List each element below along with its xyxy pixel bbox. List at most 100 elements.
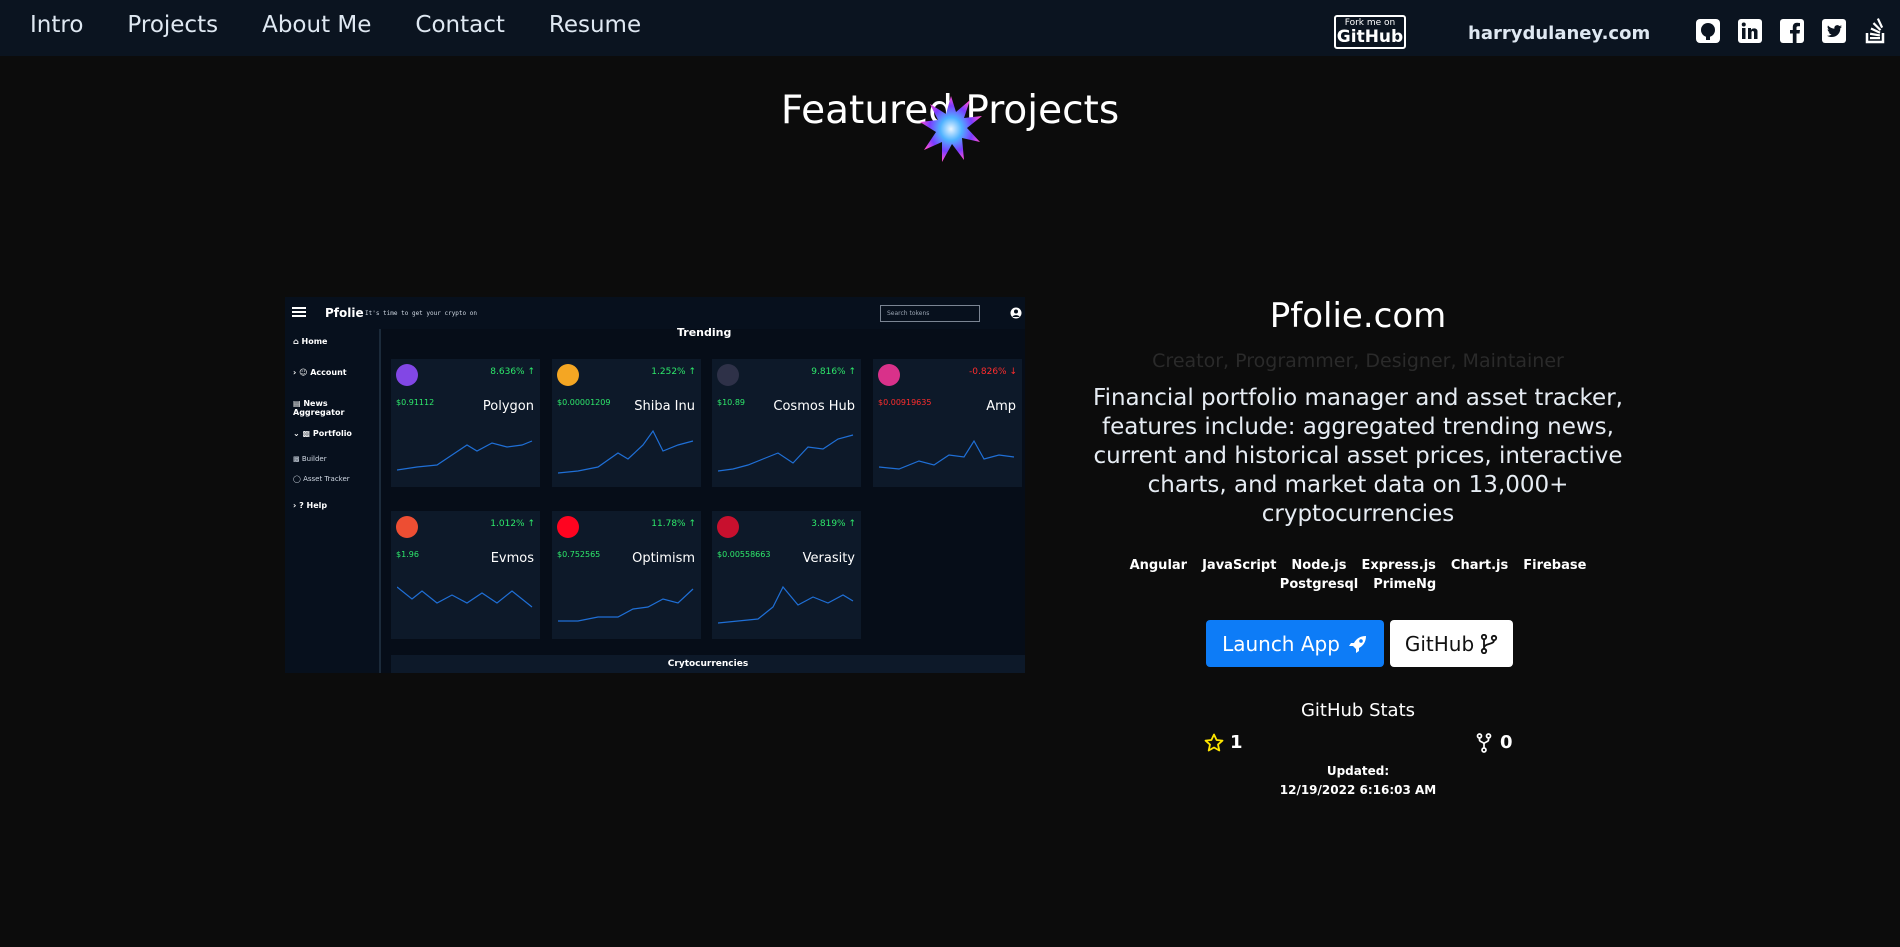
trending-card-optimism: 11.78% ↑ $0.752565 Optimism: [552, 511, 701, 639]
coin-price: $0.00558663: [717, 550, 771, 559]
updated-timestamp: 12/19/2022 6:16:03 AM: [1279, 783, 1437, 797]
trending-card-amp: -0.826% ↓ $0.00919635 Amp: [873, 359, 1022, 487]
nav-intro[interactable]: Intro: [30, 12, 83, 38]
coin-name: Cosmos Hub: [773, 399, 855, 414]
coin-sparkline: [718, 585, 854, 624]
coin-sparkline: [558, 429, 694, 474]
coin-logo-icon: [717, 516, 739, 538]
paint-splash-decoration: [920, 96, 982, 162]
facebook-icon[interactable]: [1779, 18, 1805, 44]
preview-nav-portfolio: ⌄ ▩ Portfolio: [293, 429, 352, 438]
coin-name: Verasity: [802, 551, 855, 566]
menu-icon: [292, 307, 306, 317]
nav-contact[interactable]: Contact: [415, 12, 504, 38]
stats-updated: Updated: 12/19/2022 6:16:03 AM: [1088, 762, 1628, 800]
project-roles: Creator, Programmer, Designer, Maintaine…: [1152, 350, 1564, 372]
coin-name: Evmos: [490, 551, 534, 566]
linkedin-icon[interactable]: [1737, 18, 1763, 44]
preview-topbar: Pfolie It's time to get your crypto on S…: [285, 297, 1025, 329]
tech-tags: Angular JavaScript Node.js Express.js Ch…: [1088, 558, 1628, 592]
coin-name: Optimism: [632, 551, 695, 566]
coin-sparkline: [558, 588, 694, 622]
github-stats-title: GitHub Stats: [1300, 700, 1416, 721]
social-links: [1695, 18, 1889, 44]
project-screenshot[interactable]: Pfolie It's time to get your crypto on S…: [285, 297, 1025, 673]
preview-tagline: It's time to get your crypto on: [365, 310, 477, 317]
launch-app-label: Launch App: [1222, 631, 1340, 656]
coin-logo-icon: [557, 516, 579, 538]
coin-logo-icon: [557, 364, 579, 386]
twitter-icon[interactable]: [1821, 18, 1847, 44]
tag-expressjs: Express.js: [1361, 558, 1436, 573]
coin-change: 9.816% ↑: [811, 367, 856, 377]
tag-postgresql: Postgresql: [1279, 577, 1359, 592]
trending-card-shiba-inu: 1.252% ↑ $0.00001209 Shiba Inu: [552, 359, 701, 487]
branch-icon: [1481, 633, 1498, 654]
star-icon: [1204, 733, 1224, 751]
preview-trending-heading: Trending: [677, 326, 732, 339]
tag-angular: Angular: [1129, 558, 1188, 573]
nav-links: Intro Projects About Me Contact Resume: [30, 12, 641, 38]
rocket-icon: [1348, 635, 1366, 653]
preview-nav-asset-tracker: ◯ Asset Tracker: [293, 475, 350, 483]
preview-sidebar: ⌂ Home › ☺ Account ▤ News Aggregator ⌄ ▩…: [285, 329, 381, 673]
user-icon: [1010, 307, 1022, 319]
preview-crypto-heading: Crytocurrencies: [667, 659, 749, 669]
coin-price: $0.00919635: [878, 398, 932, 407]
preview-crypto-section: Crytocurrencies: [391, 655, 1025, 673]
fork-count: 0: [1476, 732, 1513, 753]
tag-firebase: Firebase: [1523, 558, 1587, 573]
coin-price: $0.91112: [396, 398, 435, 407]
coin-change: -0.826% ↓: [969, 367, 1017, 377]
preview-nav-help: › ? Help: [293, 501, 328, 510]
star-count-value: 1: [1230, 732, 1243, 753]
coin-logo-icon: [717, 364, 739, 386]
github-button[interactable]: GitHub: [1390, 620, 1513, 667]
domain-link[interactable]: harrydulaney.com: [1468, 23, 1650, 44]
trending-card-verasity: 3.819% ↑ $0.00558663 Verasity: [712, 511, 861, 639]
coin-sparkline: [397, 440, 533, 471]
nav-about-me[interactable]: About Me: [262, 12, 371, 38]
coin-logo-icon: [396, 364, 418, 386]
coin-change: 8.636% ↑: [490, 367, 535, 377]
coin-change: 1.012% ↑: [490, 519, 535, 529]
coin-change: 3.819% ↑: [811, 519, 856, 529]
coin-price: $10.89: [717, 398, 745, 407]
launch-app-button[interactable]: Launch App: [1206, 620, 1384, 667]
updated-label: Updated:: [1326, 764, 1390, 778]
tag-javascript: JavaScript: [1202, 558, 1277, 573]
preview-nav-news: ▤ News Aggregator: [293, 399, 345, 417]
coin-sparkline: [718, 434, 854, 472]
coin-price: $0.00001209: [557, 398, 611, 407]
preview-nav-home: ⌂ Home: [293, 337, 328, 346]
trending-card-cosmos-hub: 9.816% ↑ $10.89 Cosmos Hub: [712, 359, 861, 487]
coin-logo-icon: [396, 516, 418, 538]
nav-resume[interactable]: Resume: [549, 12, 641, 38]
coin-logo-icon: [878, 364, 900, 386]
fork-badge-big-text: GitHub: [1336, 27, 1404, 47]
coin-price: $0.752565: [557, 550, 601, 559]
tag-nodejs: Node.js: [1291, 558, 1347, 573]
trending-card-evmos: 1.012% ↑ $1.96 Evmos: [391, 511, 540, 639]
project-title: Pfolie.com: [1269, 296, 1447, 336]
coin-sparkline: [879, 439, 1015, 470]
stackoverflow-icon[interactable]: [1863, 18, 1889, 44]
top-navbar: Intro Projects About Me Contact Resume F…: [0, 0, 1900, 56]
preview-nav-builder: ▩ Builder: [293, 455, 327, 463]
tag-chartjs: Chart.js: [1450, 558, 1509, 573]
nav-projects[interactable]: Projects: [127, 12, 218, 38]
star-count: 1: [1204, 732, 1243, 753]
fork-me-github-badge[interactable]: Fork me on GitHub: [1334, 15, 1406, 49]
preview-brand: Pfolie: [325, 306, 364, 320]
coin-price: $1.96: [396, 550, 419, 559]
coin-change: 11.78% ↑: [651, 519, 696, 529]
coin-change: 1.252% ↑: [651, 367, 696, 377]
fork-count-value: 0: [1500, 732, 1513, 753]
coin-name: Polygon: [482, 399, 534, 414]
github-icon[interactable]: [1695, 18, 1721, 44]
coin-name: Shiba Inu: [634, 399, 695, 414]
tag-primeng: PrimeNg: [1373, 577, 1437, 592]
coin-sparkline: [397, 586, 533, 608]
preview-nav-account: › ☺ Account: [293, 368, 347, 377]
project-description: Financial portfolio manager and asset tr…: [1093, 385, 1623, 527]
